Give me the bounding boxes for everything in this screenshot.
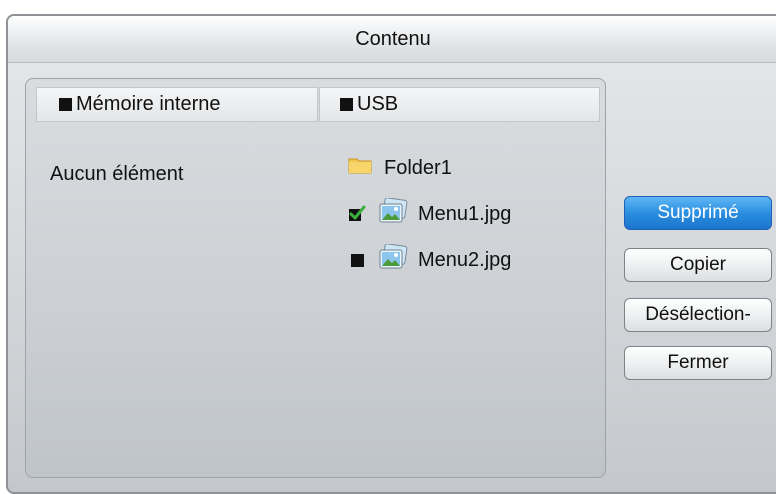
folder-icon <box>348 155 372 181</box>
image-file-icon <box>378 243 408 276</box>
deselect-button[interactable]: Désélection- <box>624 298 772 332</box>
copy-button[interactable]: Copier <box>624 248 772 282</box>
empty-message: Aucun élément <box>50 163 184 185</box>
tab-internal-memory[interactable]: Mémoire interne <box>36 87 318 122</box>
delete-button[interactable]: Supprimé <box>624 196 772 230</box>
square-bullet-icon <box>350 253 364 267</box>
item-label: Menu1.jpg <box>418 202 512 225</box>
usb-label: USB <box>357 93 399 115</box>
content-dialog: Contenu Mémoire interne USB Aucun élémen… <box>6 14 776 494</box>
image-file-icon <box>378 197 408 230</box>
item-label: Folder1 <box>384 156 452 179</box>
list-item-menu2[interactable]: Menu2.jpg <box>348 243 512 276</box>
checkbox-checked[interactable] <box>348 205 366 223</box>
square-bullet-icon <box>59 98 72 111</box>
square-bullet-icon <box>340 98 353 111</box>
item-label: Menu2.jpg <box>418 248 512 271</box>
internal-memory-label: Mémoire interne <box>76 93 221 115</box>
title-bar: Contenu <box>8 16 776 63</box>
list-item-menu1[interactable]: Menu1.jpg <box>348 197 512 230</box>
checkbox-unchecked[interactable] <box>348 251 366 269</box>
dialog-title: Contenu <box>355 28 431 50</box>
checkmark-icon <box>349 205 366 221</box>
tab-usb[interactable]: USB <box>319 87 600 122</box>
storage-panel: Mémoire interne USB Aucun élément Folder… <box>25 78 606 478</box>
list-item-folder1[interactable]: Folder1 <box>348 153 452 183</box>
close-button[interactable]: Fermer <box>624 346 772 380</box>
